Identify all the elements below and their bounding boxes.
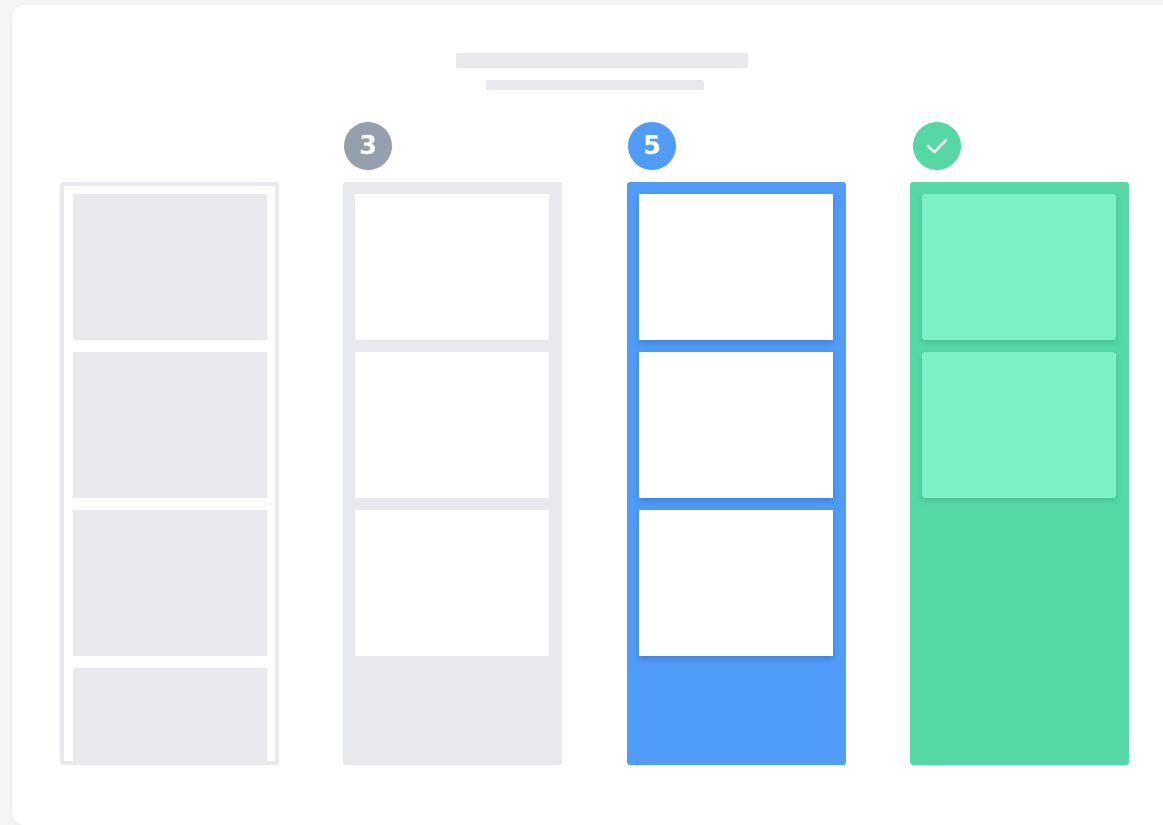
- card-placeholder[interactable]: [922, 194, 1116, 340]
- count-badge-column-3: 5: [628, 122, 676, 170]
- board-column-4[interactable]: [910, 182, 1129, 765]
- card-placeholder[interactable]: [73, 510, 267, 656]
- done-badge-column-4: [913, 122, 961, 170]
- card-placeholder[interactable]: [922, 352, 1116, 498]
- card-placeholder[interactable]: [639, 194, 833, 340]
- check-icon: [926, 138, 948, 154]
- card-placeholder[interactable]: [73, 194, 267, 340]
- count-badge-value: 3: [358, 131, 378, 161]
- card-placeholder[interactable]: [355, 510, 549, 656]
- title-placeholder: [456, 53, 748, 68]
- card-placeholder[interactable]: [639, 510, 833, 656]
- card-placeholder[interactable]: [355, 352, 549, 498]
- board-column-2[interactable]: [343, 182, 562, 765]
- card-placeholder[interactable]: [355, 194, 549, 340]
- count-badge-value: 5: [642, 131, 662, 161]
- subtitle-placeholder: [486, 80, 704, 90]
- card-placeholder[interactable]: [73, 352, 267, 498]
- board-column-3[interactable]: [627, 182, 846, 765]
- card-placeholder[interactable]: [73, 668, 267, 761]
- board-column-1[interactable]: [60, 182, 279, 765]
- card-placeholder[interactable]: [639, 352, 833, 498]
- count-badge-column-2: 3: [344, 122, 392, 170]
